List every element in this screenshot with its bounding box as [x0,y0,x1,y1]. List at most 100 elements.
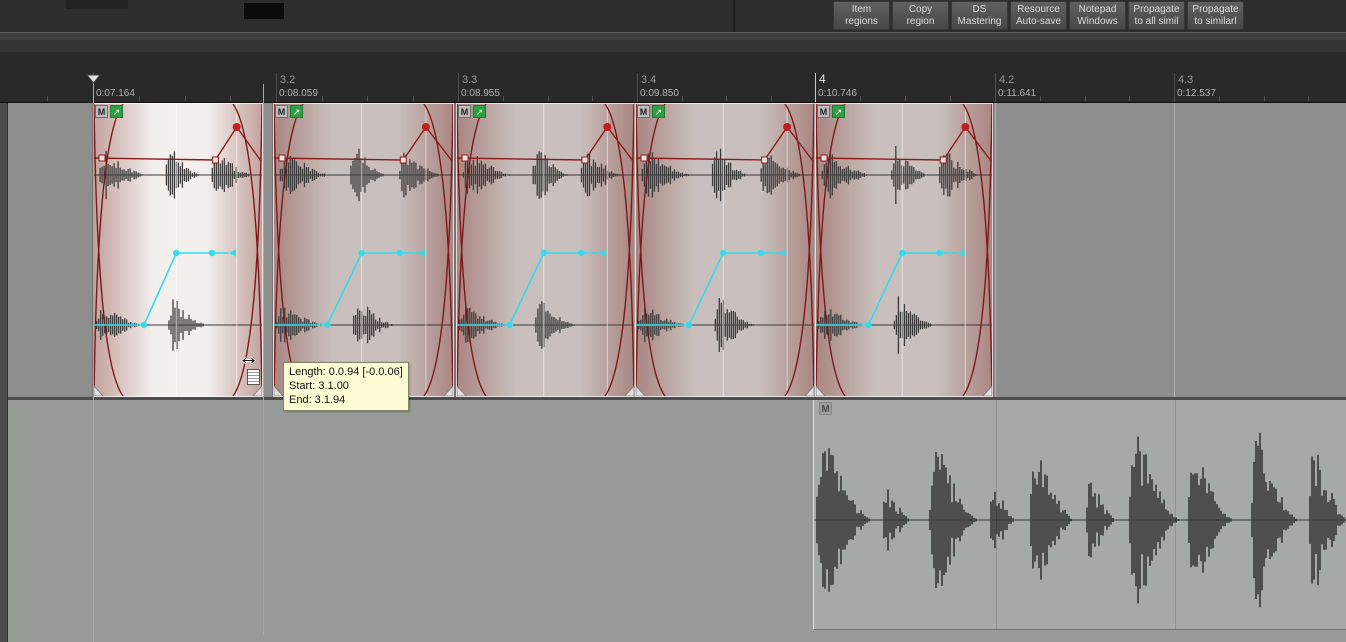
top-toolbar: Item regions Copy region DS Mastering Resou… [0,0,1346,32]
item-waveform-svg [272,103,454,397]
audio-item-2[interactable]: M ↗ [272,103,454,397]
track-2[interactable]: M [0,400,1346,642]
item-automation-icon[interactable]: ↗ [473,105,486,118]
left-edge-rail [0,52,8,642]
item-automation-icon[interactable]: ↗ [290,105,303,118]
ruler-minor-tick [726,96,727,101]
item-corner-controls: M ↗ [275,105,303,118]
ruler-beat-tick [458,73,459,102]
toolbar-button-ds-mastering[interactable]: DS Mastering [951,1,1008,30]
audio-item-5[interactable]: M ↗ [814,103,993,397]
tooltip-length-line: Length: 0.0.94 [-0.0.06] [289,366,403,378]
ruler-beat-tick [1174,73,1175,102]
ruler-beat-tick [276,73,277,102]
ruler-minor-tick [413,96,414,101]
item-corner-controls: M ↗ [95,105,123,118]
item-waveform-svg [634,103,815,397]
item-mute-button[interactable]: M [458,105,471,118]
timeline-ruler[interactable]: 0:07.164 3.2 0:08.059 3.3 0:08.955 3.4 0:09.85… [0,52,1346,103]
ruler-minor-tick [185,96,186,101]
ruler-beat-label: 3.4 [641,74,657,86]
ruler-beat-label: 4.2 [999,74,1015,86]
ruler-minor-tick [503,96,504,101]
item-waveform-svg [814,103,993,397]
toolbar-button-item-regions[interactable]: Item regions [833,1,890,30]
toolbar-partial-widget [66,0,128,9]
toolbar-display-box [243,2,285,20]
ruler-beat-tick [995,73,996,102]
item-mute-button[interactable]: M [637,105,650,118]
ruler-beat-tick [815,73,816,102]
edit-cursor-flag-icon[interactable] [85,74,102,84]
ruler-minor-tick [860,96,861,101]
ruler-minor-tick [682,96,683,101]
arrange-top-band [0,40,1346,52]
ruler-time-label: 0:08.955 [461,88,500,99]
track-1[interactable]: M ↗ M ↗ M ↗ M ↗ M ↗ [0,103,1346,397]
ruler-beat-label: 3.3 [462,74,478,86]
toolbar-button-propagate-to-all-similar[interactable]: Propagate to all simil [1128,1,1185,30]
item-automation-icon[interactable]: ↗ [832,105,845,118]
track-grid-line [1175,400,1176,630]
toolbar-button-group: Item regions Copy region DS Mastering Resou… [833,1,1244,30]
ruler-minor-tick [1040,96,1041,101]
ruler-minor-tick [1129,96,1130,101]
toolbar-button-propagate-to-similar[interactable]: Propagate to similarl [1187,1,1244,30]
item-corner-controls: M ↗ [458,105,486,118]
item-mute-button[interactable]: M [95,105,108,118]
ruler-time-label: 0:08.059 [279,88,318,99]
bottom-waveform-svg [814,432,1346,608]
item-automation-icon[interactable]: ↗ [652,105,665,118]
ruler-beat-label: 3.2 [280,74,296,86]
toolbar-lower-band [0,32,1346,40]
ruler-time-label: 0:12.537 [1177,88,1216,99]
audio-item-4[interactable]: M ↗ [634,103,815,397]
track-grid-line [995,103,996,397]
toolbar-divider [733,0,735,32]
toolbar-button-notepad-windows[interactable]: Notepad Windows [1069,1,1126,30]
ruler-minor-tick [905,96,906,101]
item-mute-button[interactable]: M [817,105,830,118]
daw-arrange-view: Item regions Copy region DS Mastering Resou… [0,0,1346,642]
item-corner-controls: M ↗ [637,105,665,118]
item-mute-button[interactable]: M [819,402,832,415]
audio-item-bottom[interactable]: M [813,400,1346,630]
ruler-time-label: 0:11.641 [998,88,1037,99]
edit-cursor-line[interactable] [93,76,94,642]
ruler-minor-tick [367,96,368,101]
ruler-beat-label: 4 [819,72,826,86]
item-mute-button[interactable]: M [275,105,288,118]
ruler-minor-tick [1085,96,1086,101]
item-automation-icon[interactable]: ↗ [110,105,123,118]
toolbar-button-resource-auto-save[interactable]: Resource Auto-save [1010,1,1067,30]
toolbar-button-copy-region[interactable]: Copy region [892,1,949,30]
ruler-minor-tick [322,96,323,101]
ruler-minor-tick [230,96,231,101]
ruler-time-label: 0:07.164 [96,88,135,99]
ruler-time-label: 0:10.746 [818,88,857,99]
ruler-minor-tick [950,96,951,101]
ruler-minor-tick [771,96,772,101]
ruler-beat-label: 4.3 [1178,74,1194,86]
ruler-minor-tick [1264,96,1265,101]
ruler-minor-tick [548,96,549,101]
ruler-minor-tick [47,96,48,101]
drag-edge-line[interactable] [263,84,264,635]
ruler-minor-tick [1308,96,1309,101]
ruler-minor-tick [592,96,593,101]
track-separator[interactable] [0,397,1346,400]
track-grid-line [996,400,997,630]
drag-item-ghost-icon [247,369,260,385]
ruler-beat-tick [637,73,638,102]
item-waveform-svg [455,103,635,397]
resize-cursor-icon: ↔ [238,346,259,369]
ruler-minor-tick [139,96,140,101]
audio-item-3[interactable]: M ↗ [455,103,635,397]
edit-tooltip: Length: 0.0.94 [-0.0.06] Start: 3.1.00 E… [283,362,409,411]
tooltip-end-line: End: 3.1.94 [289,394,346,406]
tooltip-start-line: Start: 3.1.00 [289,380,349,392]
ruler-time-label: 0:09.850 [640,88,679,99]
ruler-minor-tick [1219,96,1220,101]
track-grid-line [1174,103,1175,397]
item-corner-controls: M ↗ [817,105,845,118]
